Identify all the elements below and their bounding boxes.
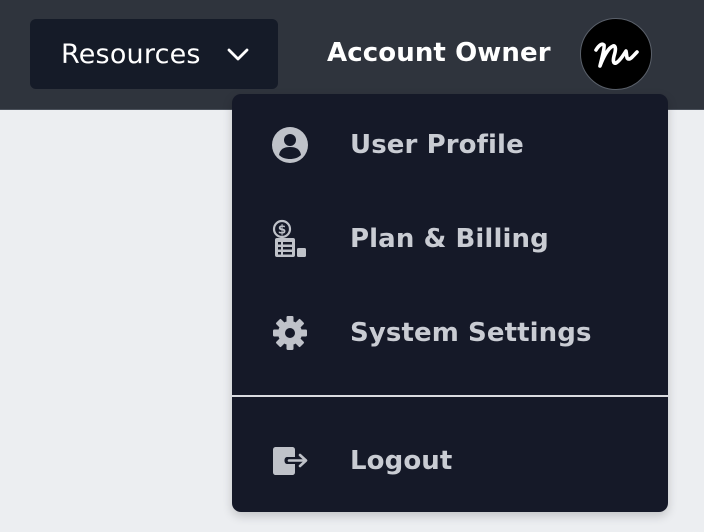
svg-text:$: $	[278, 223, 286, 237]
resources-label: Resources	[61, 38, 201, 70]
logout-icon	[273, 447, 308, 475]
menu-item-logout[interactable]: Logout	[232, 414, 668, 508]
signature-logo-icon	[594, 42, 639, 68]
menu-item-label: User Profile	[350, 130, 524, 160]
menu-item-system-settings[interactable]: System Settings	[232, 286, 668, 380]
avatar[interactable]	[580, 18, 652, 90]
logout-label: Logout	[350, 446, 453, 476]
billing-icon: $	[272, 219, 306, 257]
user-circle-icon	[272, 127, 308, 163]
resources-dropdown-button[interactable]: Resources	[30, 19, 278, 89]
menu-item-user-profile[interactable]: User Profile	[232, 98, 668, 192]
menu-item-label: System Settings	[350, 318, 592, 348]
account-name: Account Owner	[327, 38, 551, 68]
account-dropdown-menu: User Profile $ Plan & Billing System Set…	[232, 94, 668, 512]
menu-item-label: Plan & Billing	[350, 224, 549, 254]
gear-icon	[273, 316, 307, 350]
chevron-down-icon	[227, 48, 249, 61]
menu-item-plan-billing[interactable]: $ Plan & Billing	[232, 192, 668, 286]
menu-divider	[232, 395, 668, 397]
